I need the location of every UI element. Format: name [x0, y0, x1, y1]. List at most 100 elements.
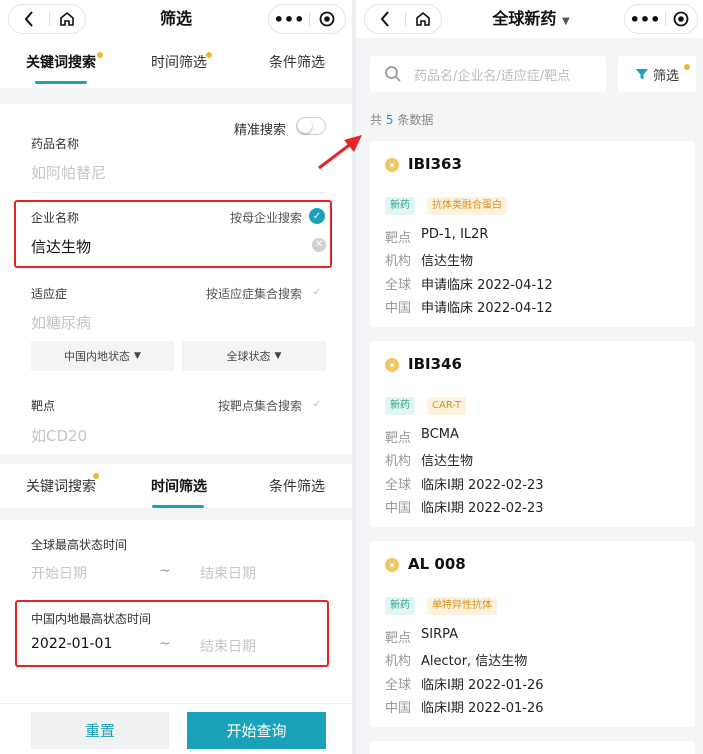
badge-dot — [684, 64, 690, 70]
start-query-button[interactable]: 开始查询 — [187, 712, 326, 749]
target-icon — [319, 11, 335, 27]
indication-set-checkbox[interactable]: ✓ — [309, 284, 325, 300]
exact-search-label: 精准搜索 — [234, 123, 287, 138]
drug-status-icon — [385, 358, 399, 372]
mid-filter-tabs: 关键词搜索 时间筛选 条件筛选 — [0, 464, 352, 512]
right-navbar: 全球新药 ▼ ••• — [356, 0, 703, 38]
indication-input[interactable]: 如糖尿病 — [31, 312, 91, 333]
nav-back-home-group — [8, 4, 86, 34]
exact-search-toggle[interactable] — [296, 117, 326, 135]
toggle-knob — [298, 119, 312, 133]
tab-label: 时间筛选 — [151, 479, 207, 495]
home-button[interactable] — [403, 5, 443, 33]
divider — [0, 703, 352, 704]
china-key: 中国 — [385, 501, 412, 516]
count-prefix: 共 — [370, 113, 383, 127]
global-value: 申请临床 2022-04-12 — [421, 278, 553, 293]
china-key: 中国 — [385, 701, 412, 716]
home-button[interactable] — [47, 5, 87, 33]
target-key: 靶点 — [385, 431, 412, 446]
global-end-date[interactable]: 结束日期 — [200, 563, 256, 583]
tab-condition-filter[interactable]: 条件筛选 — [254, 464, 340, 512]
tab-condition-filter[interactable]: 条件筛选 — [254, 40, 340, 88]
target-key: 靶点 — [385, 231, 412, 246]
drug-title: IBI363 — [408, 155, 462, 173]
global-value: 临床I期 2022-01-26 — [421, 678, 544, 693]
reset-button[interactable]: 重置 — [31, 712, 169, 749]
home-icon — [60, 11, 74, 26]
global-time-label: 全球最高状态时间 — [31, 538, 128, 552]
drug-card[interactable]: IBI363 新药 抗体类融合蛋白 靶点 PD-1, IL2R 机构 信达生物 … — [370, 141, 695, 327]
more-button[interactable]: ••• — [269, 5, 309, 33]
top-filter-tabs: 关键词搜索 时间筛选 条件筛选 — [0, 40, 352, 88]
search-placeholder: 药品名/企业名/适应症/靶点 — [414, 69, 571, 84]
drug-card[interactable] — [370, 741, 695, 754]
more-button[interactable]: ••• — [625, 5, 665, 33]
target-value: PD-1, IL2R — [421, 227, 489, 242]
chevron-left-icon — [24, 11, 33, 27]
china-value: 临床I期 2022-01-26 — [421, 701, 544, 716]
dropdown-label: 全球状态 — [226, 350, 271, 363]
tab-time-filter[interactable]: 时间筛选 — [136, 40, 222, 88]
tab-label: 条件筛选 — [269, 55, 325, 71]
highlight-box-china-time — [15, 600, 329, 667]
china-value: 临床I期 2022-02-23 — [421, 501, 544, 516]
back-button[interactable] — [365, 5, 405, 33]
highlight-box-company — [14, 200, 332, 268]
section-gap — [0, 454, 352, 464]
results-title-dropdown[interactable]: 全球新药 ▼ — [456, 0, 606, 38]
tab-keyword-search[interactable]: 关键词搜索 — [18, 464, 104, 512]
drug-name-label: 药品名称 — [31, 137, 80, 151]
date-range-separator: ~ — [159, 563, 171, 579]
back-button[interactable] — [9, 5, 49, 33]
china-status-dropdown[interactable]: 中国内地状态 ▼ — [31, 341, 174, 371]
tag-new-drug: 新药 — [385, 197, 415, 215]
nav-back-home-group — [364, 4, 442, 34]
drug-title: IBI346 — [408, 355, 462, 373]
page-title: 全球新药 — [492, 9, 557, 28]
caret-down-icon: ▼ — [274, 351, 282, 361]
dropdown-label: 中国内地状态 — [64, 350, 131, 363]
tag-new-drug: 新药 — [385, 597, 415, 615]
drug-status-icon — [385, 158, 399, 172]
target-input[interactable]: 如CD20 — [31, 425, 87, 446]
global-key: 全球 — [385, 278, 412, 293]
close-miniprogram-button[interactable] — [307, 5, 347, 33]
tag-drug-type: 单特异性抗体 — [427, 597, 497, 615]
drug-title: AL 008 — [408, 555, 466, 573]
global-status-dropdown[interactable]: 全球状态 ▼ — [182, 341, 326, 371]
more-dots-icon: ••• — [629, 9, 661, 29]
close-miniprogram-button[interactable] — [661, 5, 701, 33]
target-set-option-label: 按靶点集合搜索 — [217, 399, 302, 413]
tab-keyword-search[interactable]: 关键词搜索 — [18, 40, 104, 88]
tag-drug-type: CAR-T — [427, 397, 467, 415]
nav-capsule: ••• — [268, 4, 346, 34]
badge-dot — [206, 52, 212, 58]
filter-button[interactable]: 筛选 — [618, 56, 696, 92]
global-value: 临床I期 2022-02-23 — [421, 478, 544, 493]
check-icon: ✓ — [312, 398, 322, 410]
drug-name-input[interactable]: 如阿帕替尼 — [31, 162, 106, 183]
indication-label: 适应症 — [31, 287, 68, 301]
page-title: 筛选 — [159, 9, 192, 28]
global-start-date[interactable]: 开始日期 — [31, 563, 87, 583]
caret-down-icon: ▼ — [134, 351, 141, 361]
target-set-checkbox[interactable]: ✓ — [309, 396, 325, 412]
caret-down-icon: ▼ — [561, 16, 570, 27]
org-value: 信达生物 — [421, 454, 474, 469]
org-key: 机构 — [385, 654, 412, 669]
search-input[interactable]: 药品名/企业名/适应症/靶点 — [370, 56, 606, 92]
count-suffix: 条数据 — [397, 113, 434, 127]
tab-label: 时间筛选 — [151, 55, 207, 71]
target-icon — [673, 11, 689, 27]
badge-dot — [93, 473, 99, 479]
search-icon — [385, 66, 401, 82]
tab-time-filter[interactable]: 时间筛选 — [136, 464, 222, 512]
org-value: Alector, 信达生物 — [421, 654, 528, 669]
home-icon — [416, 11, 430, 26]
count-number: 5 — [385, 113, 394, 127]
target-label: 靶点 — [31, 399, 56, 413]
indication-set-option-label: 按适应症集合搜索 — [205, 287, 302, 301]
drug-card[interactable]: IBI346 新药 CAR-T 靶点 BCMA 机构 信达生物 全球 临床I期 … — [370, 341, 695, 527]
drug-card[interactable]: AL 008 新药 单特异性抗体 靶点 SIRPA 机构 Alector, 信达… — [370, 541, 695, 727]
